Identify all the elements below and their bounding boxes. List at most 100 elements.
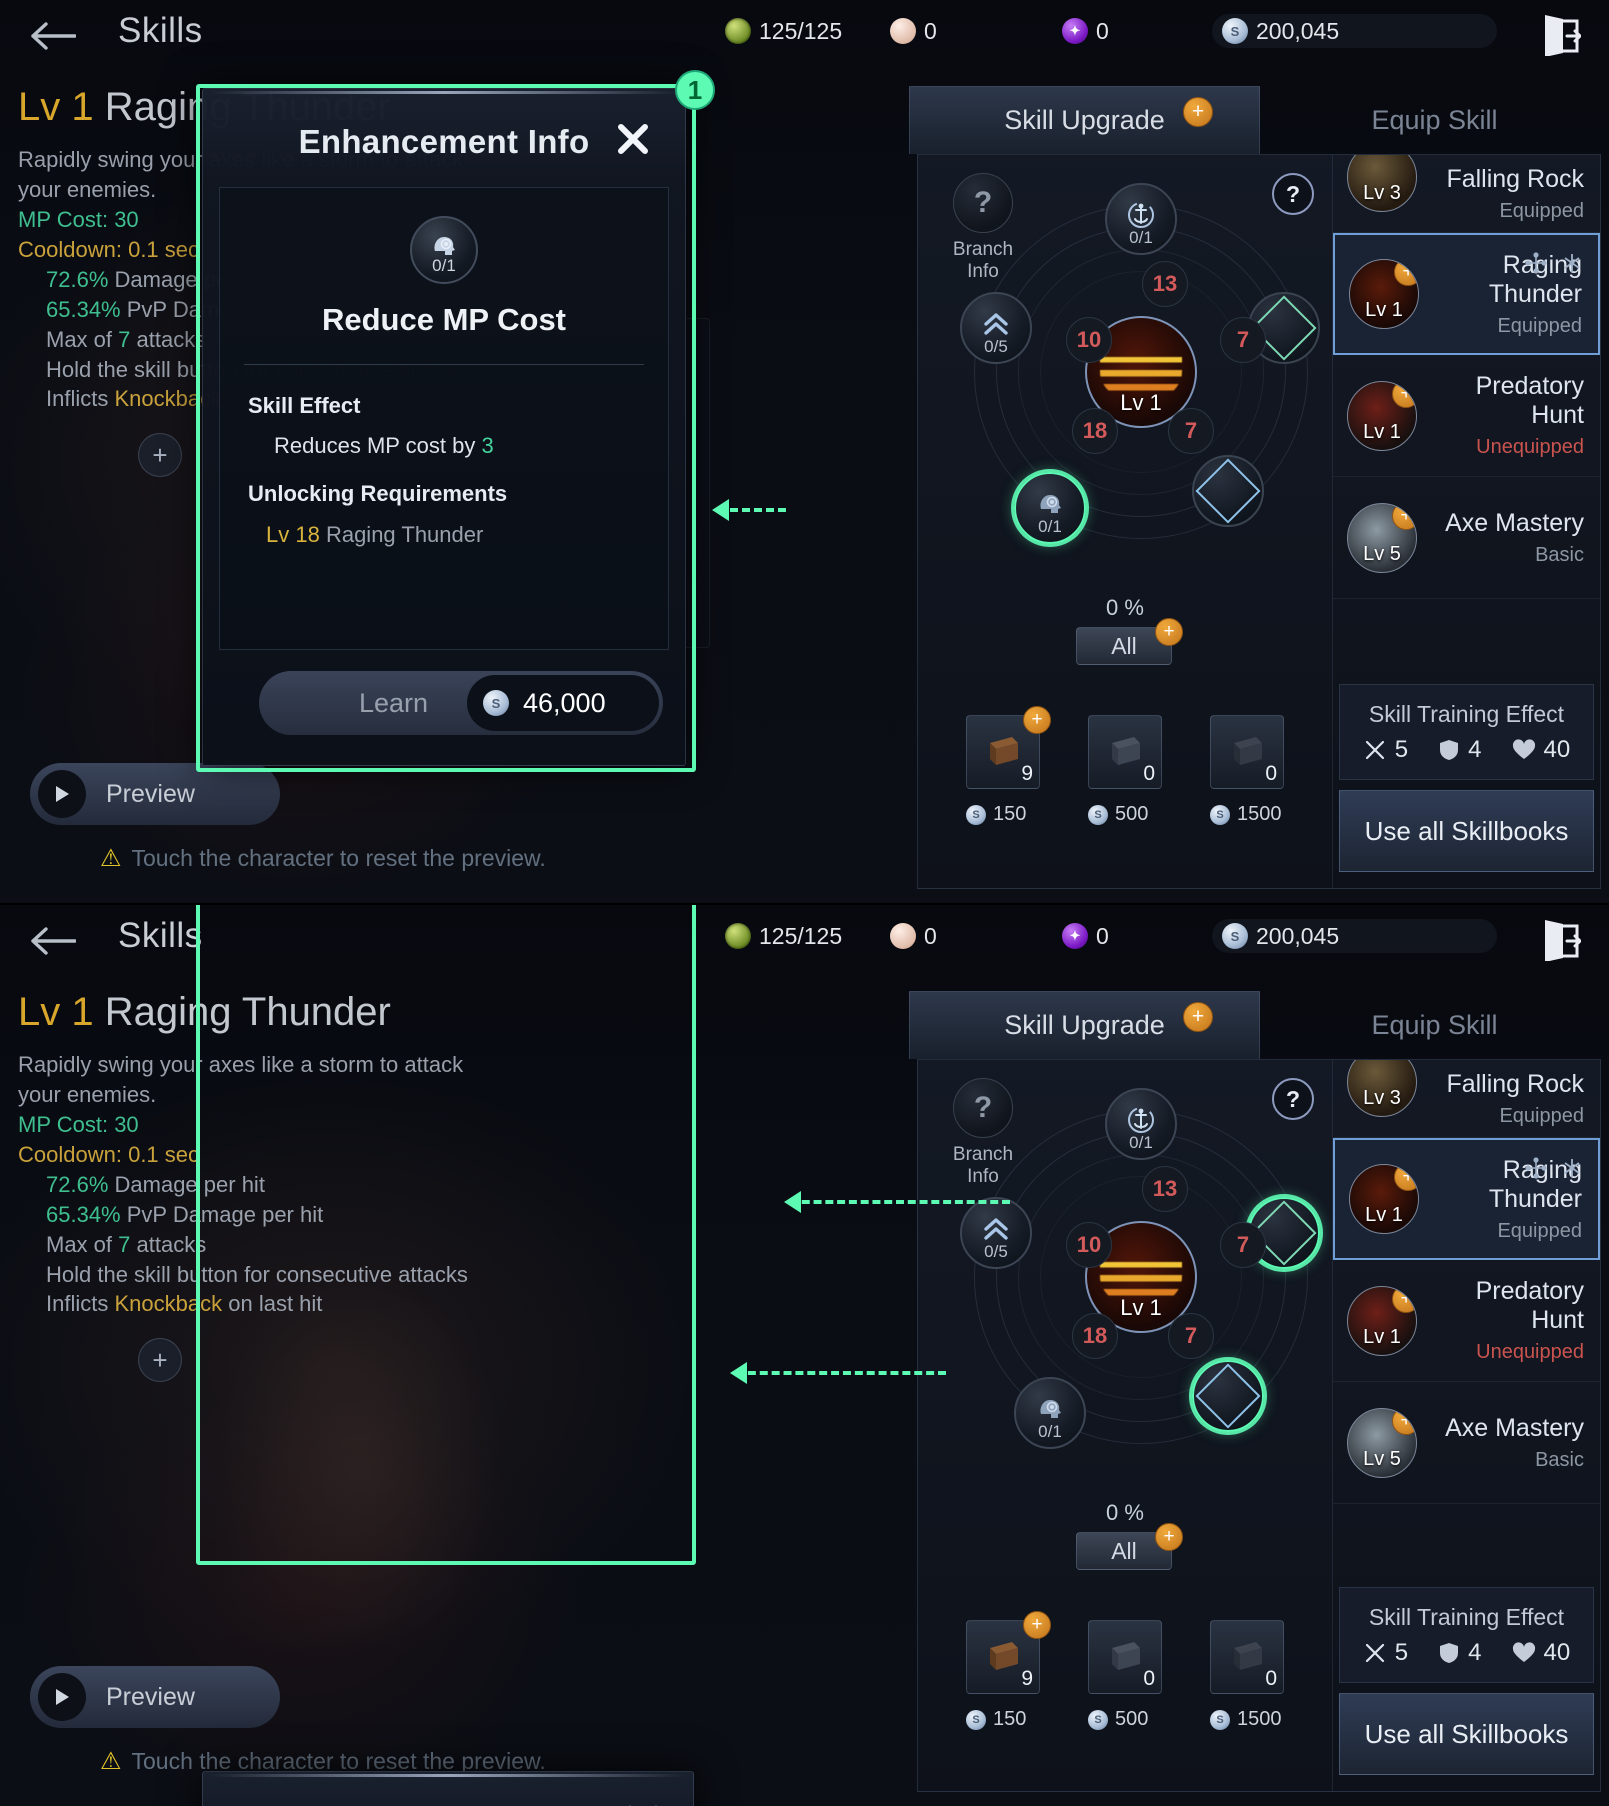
serrett-targets-diamond-icon [1195,1363,1261,1429]
all-button-2[interactable]: All + [1076,1523,1183,1570]
all-button[interactable]: All + [1076,618,1183,665]
skill-name-2: Raging Thunder [104,990,391,1034]
cooldown-label-2: Cooldown: [18,1141,122,1167]
tab-skill-upgrade-2[interactable]: Skill Upgrade + [909,991,1260,1059]
enhancement-close-button[interactable] [611,117,655,161]
req-7-top-b: 7 [1220,1222,1266,1268]
predatory-hunt-icon: + Lv 1 [1347,1285,1417,1356]
tab-skill-upgrade[interactable]: Skill Upgrade + [909,86,1260,154]
predatory-hunt-text-2: Predatory Hunt Unequipped [1417,1277,1588,1364]
node-bottom-reduce-mp[interactable]: 0/1 [1014,472,1086,544]
back-button[interactable] [28,14,78,58]
currency-gem: ✦ 0 [1062,14,1109,48]
mind-head-icon [1040,495,1061,513]
stat1-value-2: 72.6% [46,1171,109,1197]
learn-label: Learn [359,687,429,718]
skillbook-item-2[interactable]: 0 [1088,715,1162,789]
node-left[interactable]: 0/5 [960,292,1032,364]
node-left-count: 0/5 [984,337,1008,356]
branch-mark-icon [1525,252,1547,274]
skill-level-2: Lv 1 [18,990,94,1034]
axe-mastery-plus-icon: + [1392,503,1416,530]
skillbook-grey-icon [1112,737,1140,765]
skill-list-row-predatory-hunt[interactable]: + Lv 1 Predatory Hunt Unequipped [1333,355,1600,477]
panel-body: ? Branch Info question-mark-icon? [917,154,1601,889]
preview-button-2[interactable]: Preview [30,1666,280,1728]
axe-mastery-state: Basic [1535,543,1584,566]
learn-button[interactable]: Learn S 46,000 [259,671,663,735]
add-skill-point-button[interactable]: plus-icon + [138,433,182,477]
tab-skill-upgrade-label-2: Skill Upgrade [1004,1010,1165,1040]
play-icon [38,770,86,818]
skill-tree-area-2: ? Branch Info ? Lv 1 0/1 0/5 0/1 13 10 7… [918,1060,1332,1791]
stat3-pre-2: Max of [46,1231,113,1257]
axe-mastery-text: Axe Mastery Basic [1417,509,1588,567]
use-all-skillbooks-button[interactable]: Use all Skillbooks [1339,790,1594,872]
stat-line-5-b: Inflicts Knockback on last hit [18,1289,708,1319]
branch-close-button[interactable] [621,1800,665,1806]
double-chevron-up-icon [984,1218,1008,1240]
falling-rock-level: Lv 3 [1363,181,1401,204]
tab-equip-skill[interactable]: Equip Skill [1260,86,1609,154]
skill-marks [1524,251,1584,275]
skillbook-item-3-b[interactable]: 0 [1210,1620,1284,1694]
skillbook-item-1[interactable]: 9 + [966,706,1051,789]
annotation-arrow-2b [736,1371,946,1375]
skill-wheel-2: Lv 1 0/1 0/5 0/1 13 10 7 18 7 [956,1088,1326,1462]
skillbook-1-price-value: 150 [993,803,1027,825]
add-skill-point-button-2[interactable]: + [138,1338,182,1382]
double-chevron-up-icon [984,313,1008,335]
back-button-2[interactable] [28,919,78,963]
touch-hint: ⚠ Touch the character to reset the previ… [100,844,546,873]
predatory-hunt-name: Predatory Hunt [1475,372,1584,429]
skill-list-row-falling-rock-2[interactable]: Lv 3 Falling Rock Equipped [1333,1060,1600,1138]
skill-tree-area: ? Branch Info question-mark-icon? [918,155,1332,888]
preview-button[interactable]: Preview [30,763,280,825]
exit-button[interactable] [1535,8,1587,60]
skill-list-row-predatory-hunt-2[interactable]: + Lv 1 Predatory Hunt Unequipped [1333,1260,1600,1382]
tab-equip-skill-2[interactable]: Equip Skill [1260,991,1609,1059]
skillbook-2-price-value-b: 500 [1115,1708,1149,1730]
falling-rock-text-2: Falling Rock Equipped [1417,1070,1588,1128]
divider [244,364,644,365]
skillbook-item-1-b[interactable]: 9 + [966,1611,1051,1694]
skill-list-row-raging-thunder[interactable]: + Lv 1 Raging Thunder Equipped [1333,233,1600,355]
node-branch-serrett-2[interactable] [1192,1360,1264,1432]
heart-icon [1512,738,1535,759]
node-bottom-reduce-mp-2[interactable]: 0/1 [1014,1377,1086,1449]
skill-list-row-axe-mastery[interactable]: + Lv 5 Axe Mastery Basic [1333,477,1600,599]
use-all-skillbooks-button-2[interactable]: Use all Skillbooks [1339,1693,1594,1775]
skillbook-brown-icon [990,1642,1018,1670]
skillbook-2-price-b: S 500 [1088,1708,1148,1731]
skillbook-item-3[interactable]: 0 [1210,715,1284,789]
stat2-value-2: 65.34% [46,1201,121,1227]
skill-list-row-axe-mastery-2[interactable]: + Lv 5 Axe Mastery Basic [1333,1382,1600,1504]
desc-line-1-b: Rapidly swing your axes like a storm to … [18,1052,464,1078]
currency-silver: S 200,045 [1212,14,1497,48]
skillbook-2-price-value: 500 [1115,803,1149,825]
skillbook-item-2-b[interactable]: 0 [1088,1620,1162,1694]
crossed-swords-icon [1365,1643,1384,1662]
node-branch-serrett[interactable] [1192,455,1264,527]
skill-list-row-raging-thunder-2[interactable]: + Lv 1 Raging Thunder Equipped [1333,1138,1600,1260]
stat1-value: 72.6% [46,266,109,292]
use-all-skillbooks-label-2: Use all Skillbooks [1364,1718,1569,1749]
stat-line-1-b: 72.6% Damage per hit [18,1170,708,1200]
raging-thunder-plus-icon: + [1394,1165,1418,1191]
req-7-top: 7 [1220,317,1266,363]
plus-icon: + [152,1345,168,1375]
silver-coin-icon: S [483,690,509,716]
annotation-marker-1: 1 [675,70,715,110]
training-stats-2: 5 4 40 [1363,1639,1570,1667]
enhancement-info-dialog: Enhancement Info 0/1 Reduce MP Cost Skil… [202,88,686,766]
all-button-label-2: All [1111,1537,1137,1564]
skill-list-row-falling-rock[interactable]: Lv 3 Falling Rock Equipped [1333,155,1600,233]
core-level: Lv 1 [1120,390,1162,415]
node-left-2[interactable]: 0/5 [960,1197,1032,1269]
training-stat-attack: 5 [1363,736,1408,764]
axe-mastery-plus-icon: + [1392,1408,1416,1435]
exit-button-2[interactable] [1535,913,1587,965]
node-top-2[interactable]: 0/1 [1105,1088,1177,1160]
node-top[interactable]: 0/1 [1105,183,1177,255]
falling-rock-level-2: Lv 3 [1363,1086,1401,1109]
